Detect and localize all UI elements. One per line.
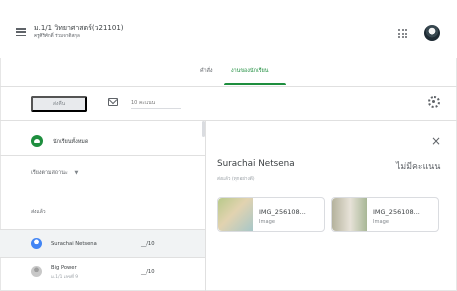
active-tab-indicator bbox=[224, 83, 286, 85]
attachment-type: Image bbox=[259, 219, 275, 225]
apps-icon[interactable] bbox=[398, 29, 407, 38]
close-icon[interactable]: × bbox=[431, 135, 441, 147]
menu-icon-line bbox=[16, 28, 26, 30]
menu-icon-line bbox=[16, 34, 26, 36]
attachment-name: IMG_256108... bbox=[373, 208, 420, 216]
tab-instructions[interactable]: คำสั่ง bbox=[200, 67, 213, 75]
menu-icon-line bbox=[16, 31, 26, 33]
email-icon[interactable] bbox=[108, 98, 118, 106]
student-name: Big Power bbox=[51, 265, 77, 271]
apps-dot bbox=[401, 29, 404, 31]
all-students-label: นักเรียนทั้งหมด bbox=[53, 139, 89, 145]
student-meta: ม.1/1 เลขที่ 9 bbox=[51, 275, 79, 280]
class-subtitle: ครูศิริศักดิ์ ร่วมจาติสกุล bbox=[34, 34, 80, 39]
student-avatar bbox=[31, 266, 42, 277]
attachment-card[interactable]: IMG_256108... Image bbox=[217, 197, 325, 232]
students-group-icon bbox=[31, 135, 43, 147]
student-row[interactable]: Surachai Netsena __/10 bbox=[0, 229, 205, 257]
student-row[interactable]: Big Power ม.1/1 เลขที่ 9 __/10 bbox=[0, 257, 205, 285]
apps-dot bbox=[398, 36, 400, 38]
apps-dot bbox=[405, 29, 407, 31]
menu-icon[interactable] bbox=[16, 28, 26, 36]
assignment-tabs: คำสั่ง งานของนักเรียน bbox=[0, 58, 457, 86]
apps-dot bbox=[405, 32, 407, 35]
sort-label: เรียงตามสถานะ bbox=[31, 170, 68, 176]
apps-dot bbox=[401, 36, 404, 38]
student-avatar bbox=[31, 238, 42, 249]
apps-dot bbox=[398, 32, 400, 35]
apps-dot bbox=[401, 32, 404, 35]
return-button[interactable]: ส่งคืน bbox=[31, 96, 87, 112]
scrollbar-thumb[interactable] bbox=[202, 121, 205, 137]
grading-toolbar: ส่งคืน bbox=[0, 87, 457, 120]
attachment-card[interactable]: IMG_256108... Image bbox=[331, 197, 439, 232]
attachment-name: IMG_256108... bbox=[259, 208, 306, 216]
app-header: ม.1/1 วิทยาศาสตร์(ว21101) ครูศิริศักดิ์ … bbox=[0, 0, 457, 58]
image-thumbnail bbox=[332, 198, 367, 231]
attachment-type: Image bbox=[373, 219, 389, 225]
tab-student-work[interactable]: งานของนักเรียน bbox=[231, 67, 268, 75]
apps-dot bbox=[405, 36, 407, 38]
grade-status: ไม่มีคะแนน bbox=[396, 162, 441, 172]
account-avatar[interactable] bbox=[424, 25, 440, 41]
points-field[interactable] bbox=[131, 97, 181, 109]
chevron-down-icon: ▼ bbox=[74, 170, 79, 176]
image-thumbnail bbox=[218, 198, 253, 231]
student-score[interactable]: __/10 bbox=[141, 241, 155, 247]
sort-dropdown[interactable]: เรียงตามสถานะ ▼ bbox=[31, 169, 78, 177]
settings-icon[interactable] bbox=[428, 96, 440, 108]
classroom-page: ม.1/1 วิทยาศาสตร์(ว21101) ครูศิริศักดิ์ … bbox=[0, 0, 457, 291]
section-label: ส่งแล้ว bbox=[31, 209, 46, 215]
submission-status: ส่งแล้ว (ทุกอย่างดี) bbox=[217, 177, 255, 182]
submission-detail-pane: × Surachai Netsena ส่งแล้ว (ทุกอย่างดี) … bbox=[206, 121, 457, 291]
selected-student-name: Surachai Netsena bbox=[217, 159, 295, 169]
all-students-row[interactable]: นักเรียนทั้งหมด bbox=[0, 121, 205, 156]
student-name: Surachai Netsena bbox=[51, 241, 97, 247]
student-score[interactable]: __/10 bbox=[141, 269, 155, 275]
student-list-pane: นักเรียนทั้งหมด เรียงตามสถานะ ▼ ส่งแล้ว … bbox=[0, 121, 206, 291]
apps-dot bbox=[398, 29, 400, 31]
